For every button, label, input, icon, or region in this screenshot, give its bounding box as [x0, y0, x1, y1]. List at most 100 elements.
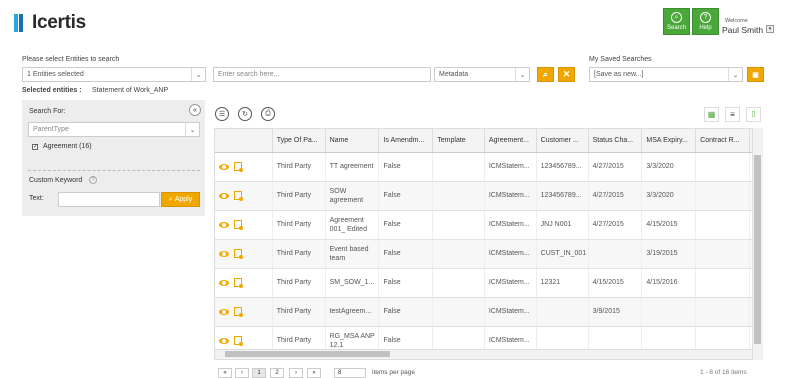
view-eye-icon[interactable]	[219, 192, 229, 199]
logo-mark-icon	[14, 14, 23, 32]
top-search-button[interactable]: ⌕ Search	[663, 8, 690, 35]
cell-agreement: ICMStatem...	[484, 210, 537, 240]
vertical-scroll-thumb[interactable]	[754, 155, 761, 344]
user-name[interactable]: Paul Smith	[722, 25, 763, 35]
grid-view-icon[interactable]: ▦	[704, 107, 719, 122]
column-header[interactable]: Contract R...	[695, 129, 750, 153]
view-eye-icon[interactable]	[219, 337, 229, 344]
saved-searches-select[interactable]: [Save as new...] ⌄	[589, 67, 743, 82]
export-icon[interactable]: ⎙	[261, 107, 275, 121]
parent-type-select[interactable]: ParentType ⌄	[28, 122, 200, 137]
cell-name: SM_SOW_1...	[325, 268, 380, 298]
column-header[interactable]: Agreement...	[484, 129, 537, 153]
page-2-button[interactable]: 2	[270, 368, 284, 378]
edit-document-icon[interactable]	[234, 191, 243, 201]
cell-status	[588, 239, 643, 269]
icertis-logo: Icertis	[14, 12, 86, 33]
column-header[interactable]: Type Of Pa...	[272, 129, 326, 153]
cell-type: Third Party	[272, 297, 326, 327]
entities-label: Please select Entities to search	[22, 56, 120, 63]
cell-empty	[432, 181, 485, 211]
column-header[interactable]	[215, 129, 273, 153]
help-button[interactable]: ? Help	[692, 8, 719, 35]
first-page-button[interactable]: «	[218, 368, 232, 378]
cell-amend: False	[378, 268, 434, 298]
search-input[interactable]: Enter search here...	[213, 67, 431, 82]
save-icon: ▣	[752, 71, 759, 79]
edit-document-icon[interactable]	[234, 162, 243, 172]
user-menu-dropdown-icon[interactable]: ▾	[766, 25, 774, 33]
entities-select-value: 1 Entities selected	[27, 71, 84, 78]
page-1-button[interactable]: 1	[252, 368, 266, 378]
view-eye-icon[interactable]	[219, 279, 229, 286]
cell-agreement: ICMStatem...	[484, 181, 537, 211]
table-row[interactable]: Third Party Event based team False ICMState…	[215, 239, 762, 269]
cell-name: testAgreem...	[325, 297, 380, 327]
page-1-label: 1	[257, 370, 261, 376]
top-bar: Icertis ⌕ Search ? Help Welcome Paul Smi…	[0, 0, 800, 48]
agreement-checkbox[interactable]: ✓	[32, 144, 38, 150]
cell-empty	[695, 297, 750, 327]
cell-type: Third Party	[272, 268, 326, 298]
view-eye-icon[interactable]	[219, 250, 229, 257]
edit-document-icon[interactable]	[234, 278, 243, 288]
cell-msa: 4/15/2016	[641, 268, 697, 298]
run-search-button[interactable]: ⌕	[537, 67, 554, 82]
refresh-icon[interactable]: ↻	[238, 107, 252, 121]
tile-view-icon[interactable]: ⁞⁞	[746, 107, 761, 122]
apply-label: Apply	[174, 196, 193, 203]
column-header[interactable]: Status Cha...	[588, 129, 643, 153]
edit-document-icon[interactable]	[234, 220, 243, 230]
column-header[interactable]: Template	[432, 129, 485, 153]
column-header[interactable]: Customer ...	[536, 129, 589, 153]
view-eye-icon[interactable]	[219, 221, 229, 228]
help-label: Help	[699, 25, 712, 31]
results-grid: Type Of Pa... Name Is Amendm... Template Agr…	[214, 128, 763, 360]
page-size-select[interactable]: 8	[334, 368, 366, 378]
cell-msa: 3/19/2015	[641, 239, 697, 269]
view-eye-icon[interactable]	[219, 308, 229, 315]
entities-select[interactable]: 1 Entities selected ⌄	[22, 67, 206, 82]
cell-empty	[695, 268, 750, 298]
column-header[interactable]: MSA Expiry...	[641, 129, 697, 153]
cell-name: Agreement 001_ Edited	[325, 210, 380, 240]
cell-amend: False	[378, 210, 434, 240]
view-eye-icon[interactable]	[219, 163, 229, 170]
list-view-icon[interactable]: ≡	[725, 107, 740, 122]
save-search-button[interactable]: ▣	[747, 67, 764, 82]
row-actions	[215, 152, 273, 182]
cell-customer: JNJ N001	[536, 210, 589, 240]
cell-msa: 3/3/2020	[641, 152, 697, 182]
table-row[interactable]: Third Party SOW agreement False ICMStatem..…	[215, 181, 762, 211]
cell-name: TT agreement	[325, 152, 380, 182]
last-page-button[interactable]: »	[307, 368, 321, 378]
table-row[interactable]: Third Party Agreement 001_ Edited False ICM…	[215, 210, 762, 240]
column-header[interactable]: Is Amendm...	[378, 129, 434, 153]
apply-button[interactable]: ⌕ Apply	[161, 192, 200, 207]
column-header[interactable]: Name	[325, 129, 380, 153]
keyword-text-input[interactable]	[58, 192, 160, 207]
search-input-placeholder: Enter search here...	[218, 71, 280, 78]
edit-document-icon[interactable]	[234, 307, 243, 317]
info-icon[interactable]: ?	[89, 176, 97, 184]
prev-page-button[interactable]: ‹	[235, 368, 249, 378]
cell-empty	[432, 297, 485, 327]
collapse-panel-icon[interactable]: «	[189, 104, 201, 116]
table-row[interactable]: Third Party testAgreem... False ICMStatem..…	[215, 297, 762, 327]
search-icon: ⌕	[168, 195, 173, 203]
table-row[interactable]: Third Party SM_SOW_1... False ICMStatem... 1…	[215, 268, 762, 298]
next-page-button[interactable]: ›	[289, 368, 303, 378]
horizontal-scroll-thumb[interactable]	[225, 351, 390, 357]
metadata-select[interactable]: Metadata ⌄	[434, 67, 530, 82]
help-icon: ?	[700, 12, 711, 23]
table-row[interactable]: Third Party TT agreement False ICMStatem...…	[215, 152, 762, 182]
cell-customer	[536, 297, 589, 327]
row-actions	[215, 210, 273, 240]
edit-document-icon[interactable]	[234, 336, 243, 346]
list-options-icon[interactable]: ☰	[215, 107, 229, 121]
edit-document-icon[interactable]	[234, 249, 243, 259]
saved-searches-label: My Saved Searches	[589, 56, 652, 63]
cell-empty	[695, 152, 750, 182]
page-2-label: 2	[275, 370, 279, 376]
clear-search-button[interactable]: ✕	[558, 67, 575, 82]
